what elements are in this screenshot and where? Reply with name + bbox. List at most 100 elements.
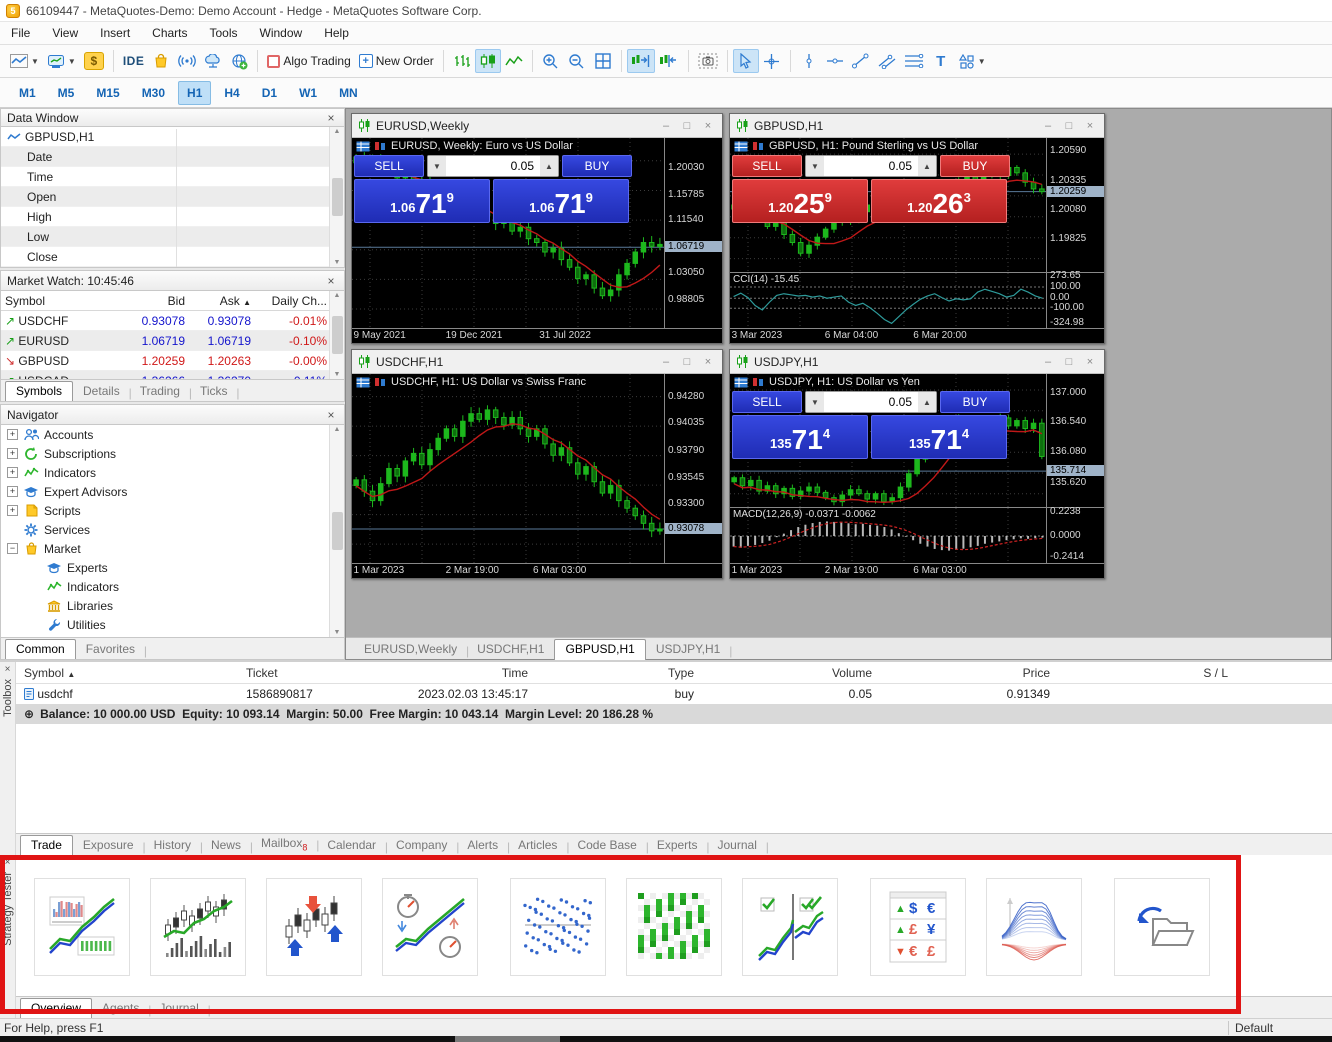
tester-card-scatter-optimization[interactable]	[510, 878, 606, 976]
time-axis[interactable]: 9 May 202119 Dec 202131 Jul 2022	[352, 328, 722, 343]
toolbox-tab-mailbox[interactable]: Mailbox8|	[251, 834, 317, 855]
cursor-tool-button[interactable]	[733, 49, 759, 73]
buy-price-box[interactable]: 135714	[871, 415, 1007, 459]
timeframe-m30[interactable]: M30	[133, 81, 174, 105]
scrollbar[interactable]: ▲▼	[329, 291, 344, 379]
buy-price-box[interactable]: 1.06719	[493, 179, 629, 223]
vertical-line-tool-button[interactable]	[796, 49, 822, 73]
scroll-down-icon[interactable]: ▼	[334, 259, 341, 266]
timeframe-m1[interactable]: M1	[10, 81, 45, 105]
market-watch-row[interactable]: ↗ USDCAD1.362661.362700.11%	[1, 371, 329, 379]
market-depth-button[interactable]: ▼	[43, 49, 80, 73]
candle-chart-mode-button[interactable]	[475, 49, 501, 73]
toolbox-tab-code-base[interactable]: Code Base|	[567, 836, 646, 855]
sell-price-box[interactable]: 1.20259	[732, 179, 868, 223]
timeframe-h1[interactable]: H1	[178, 81, 211, 105]
shapes-tool-button[interactable]: ▼	[954, 49, 990, 73]
timeframe-h4[interactable]: H4	[215, 81, 248, 105]
col-ask[interactable]: Ask ▲	[189, 294, 255, 308]
close-button[interactable]: ×	[700, 120, 716, 132]
buy-button[interactable]: BUY	[940, 391, 1010, 413]
tab-details[interactable]: Details|	[73, 382, 130, 401]
chart-tab-eurusd-weekly[interactable]: EURUSD,Weekly|	[354, 640, 467, 659]
scrollbar[interactable]: ▲▼	[329, 425, 344, 637]
scroll-up-icon[interactable]: ▲	[334, 292, 341, 299]
trade-col-time[interactable]: Time	[378, 666, 536, 680]
chart-window-titlebar[interactable]: GBPUSD,H1–□×	[730, 114, 1104, 138]
toolbox-tab-calendar[interactable]: Calendar|	[317, 836, 386, 855]
navigator-item-expert-advisors[interactable]: +Expert Advisors	[1, 482, 329, 501]
toolbox-tab-company[interactable]: Company|	[386, 836, 457, 855]
menu-item-charts[interactable]: Charts	[141, 23, 198, 43]
menu-item-help[interactable]: Help	[313, 23, 360, 43]
navigator-item-scripts[interactable]: +Scripts	[1, 501, 329, 520]
col-daily-change[interactable]: Daily Ch...	[255, 294, 329, 308]
timeframe-m15[interactable]: M15	[87, 81, 128, 105]
indicator-axis[interactable]: 0.22380.0000-0.2414	[1046, 507, 1104, 563]
trade-col-ticket[interactable]: Ticket	[238, 666, 378, 680]
trade-col-price[interactable]: Price	[880, 666, 1058, 680]
tester-card-candles-signal-arrows[interactable]	[266, 878, 362, 976]
fibonacci-tool-button[interactable]	[900, 49, 928, 73]
time-axis[interactable]: 1 Mar 20232 Mar 19:006 Mar 03:00	[352, 563, 722, 578]
close-icon[interactable]: ×	[324, 274, 338, 288]
tester-tab-agents[interactable]: Agents|	[92, 999, 149, 1018]
volume-decrease-button[interactable]: ▼	[806, 156, 824, 176]
sell-price-box[interactable]: 1.06719	[354, 179, 490, 223]
navigator-item-indicators[interactable]: Indicators	[1, 577, 329, 596]
toolbox-tab-articles[interactable]: Articles|	[508, 836, 567, 855]
price-pane[interactable]: EURUSD, Weekly: Euro vs US DollarSELL▼0.…	[352, 138, 664, 328]
scroll-up-icon[interactable]: ▲	[334, 128, 341, 135]
tester-card-symbols-selection[interactable]: ▲$€▲£¥▼€£	[870, 878, 966, 976]
expand-icon[interactable]: ⊕	[24, 707, 34, 721]
tile-windows-button[interactable]	[590, 49, 616, 73]
tab-common[interactable]: Common	[5, 639, 76, 660]
tester-card-report-chart[interactable]	[34, 878, 130, 976]
trade-col-volume[interactable]: Volume	[702, 666, 880, 680]
menu-item-insert[interactable]: Insert	[89, 23, 141, 43]
sell-button[interactable]: SELL	[732, 391, 802, 413]
line-chart-mode-button[interactable]	[501, 49, 527, 73]
new-order-button[interactable]: + New Order	[355, 49, 438, 73]
price-axis[interactable]: 137.000136.540136.080135.620135.714	[1046, 374, 1104, 507]
volume-decrease-button[interactable]: ▼	[428, 156, 446, 176]
tester-card-candles-volume-chart[interactable]	[150, 878, 246, 976]
maximize-button[interactable]: □	[1061, 356, 1077, 368]
navigator-item-indicators[interactable]: +Indicators	[1, 463, 329, 482]
col-bid[interactable]: Bid	[111, 294, 189, 308]
navigator-item-market[interactable]: −Market	[1, 539, 329, 558]
close-icon[interactable]: ×	[5, 664, 11, 675]
zoom-out-button[interactable]	[564, 49, 590, 73]
tester-card-forward-testing[interactable]	[742, 878, 838, 976]
expand-icon[interactable]: +	[7, 429, 18, 440]
volume-increase-button[interactable]: ▲	[918, 156, 936, 176]
indicator-pane[interactable]: MACD(12,26,9) -0.0371 -0.0062	[730, 507, 1046, 563]
collapse-icon[interactable]: −	[7, 543, 18, 554]
buy-button[interactable]: BUY	[940, 155, 1010, 177]
auto-scroll-button[interactable]	[655, 49, 683, 73]
col-symbol[interactable]: Symbol	[1, 294, 111, 308]
time-axis[interactable]: 3 Mar 20236 Mar 04:006 Mar 20:00	[730, 328, 1104, 343]
navigator-item-utilities[interactable]: Utilities	[1, 615, 329, 634]
community-button[interactable]	[226, 49, 252, 73]
minimize-button[interactable]: –	[658, 120, 674, 132]
volume-input[interactable]: 0.05	[824, 392, 918, 412]
price-axis[interactable]: 1.200301.157851.115401.030500.988051.067…	[664, 138, 722, 328]
tester-card-distribution-surface[interactable]	[986, 878, 1082, 976]
close-icon[interactable]: ×	[324, 408, 338, 422]
close-button[interactable]: ×	[1082, 356, 1098, 368]
time-axis[interactable]: 1 Mar 20232 Mar 19:006 Mar 03:00	[730, 563, 1104, 578]
volume-increase-button[interactable]: ▲	[540, 156, 558, 176]
bar-chart-mode-button[interactable]	[449, 49, 475, 73]
volume-decrease-button[interactable]: ▼	[806, 392, 824, 412]
toolbox-tab-exposure[interactable]: Exposure|	[73, 836, 144, 855]
maximize-button[interactable]: □	[679, 120, 695, 132]
navigator-item-subscriptions[interactable]: +Subscriptions	[1, 444, 329, 463]
menu-item-tools[interactable]: Tools	[199, 23, 249, 43]
sell-button[interactable]: SELL	[354, 155, 424, 177]
chart-type-button[interactable]: ▼	[6, 49, 43, 73]
navigator-item-accounts[interactable]: +Accounts	[1, 425, 329, 444]
expand-icon[interactable]: +	[7, 505, 18, 516]
chart-window-titlebar[interactable]: EURUSD,Weekly–□×	[352, 114, 722, 138]
horizontal-line-tool-button[interactable]	[822, 49, 848, 73]
